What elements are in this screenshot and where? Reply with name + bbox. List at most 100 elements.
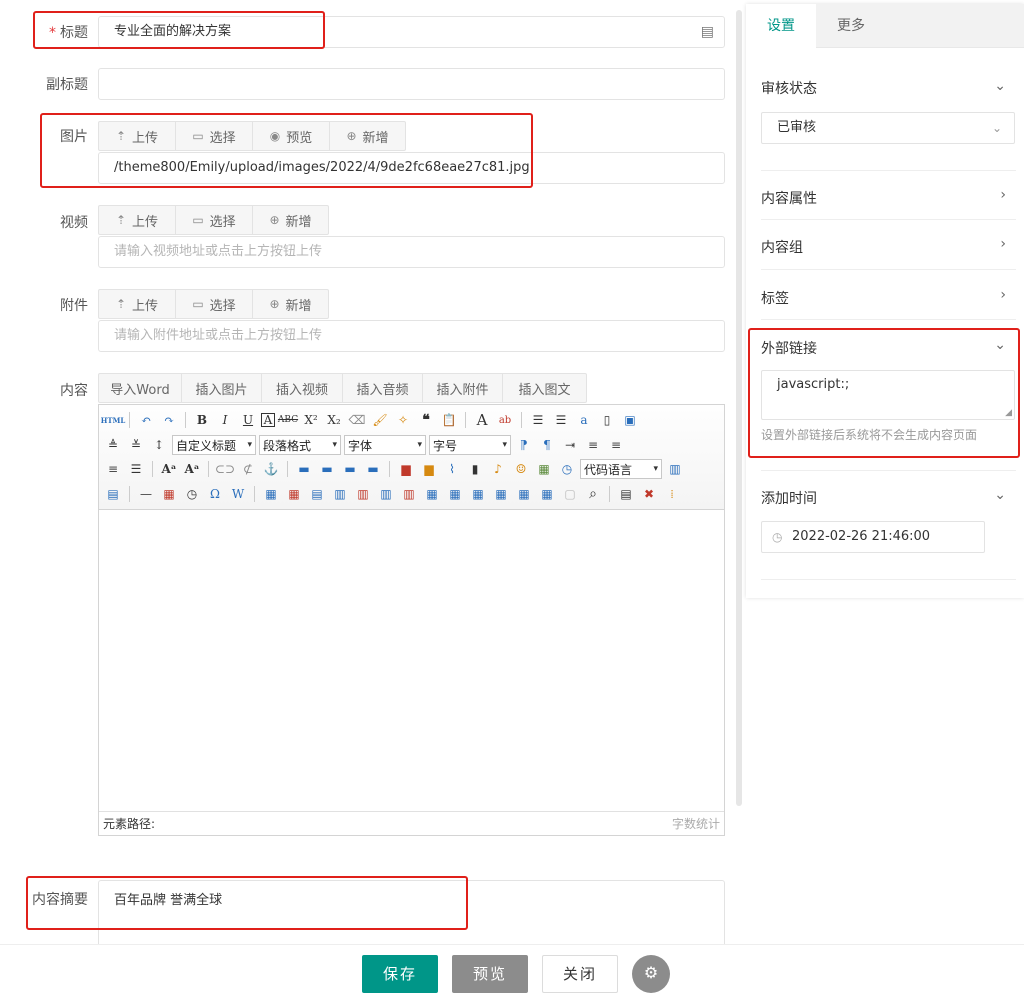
preview-button[interactable]: 预览 — [452, 955, 528, 993]
auto-format-icon[interactable]: ✧ — [393, 410, 413, 430]
attachment-add-button[interactable]: ⊕ 新增 — [253, 290, 328, 318]
bold-icon[interactable]: B — [192, 410, 212, 430]
search-replace-icon[interactable]: ⌕ — [583, 484, 603, 504]
align-center-icon[interactable]: ≡ — [606, 435, 626, 455]
emoticon-icon[interactable]: ☺ — [511, 459, 531, 479]
content-group-label[interactable]: 内容组 — [761, 237, 803, 257]
map-icon[interactable]: ▦ — [534, 459, 554, 479]
page-break-icon[interactable]: ▤ — [103, 484, 123, 504]
date-icon[interactable]: ◷ — [557, 459, 577, 479]
video-input[interactable]: 请输入视频地址或点击上方按钮上传 — [98, 236, 725, 268]
print-icon[interactable]: ▢ — [560, 484, 580, 504]
text-box-icon[interactable]: a — [574, 410, 594, 430]
merge-right-icon[interactable]: ▦ — [445, 484, 465, 504]
template-icon[interactable]: ▥ — [665, 459, 685, 479]
music-icon[interactable]: ♪ — [488, 459, 508, 479]
chevron-right-icon[interactable]: › — [1000, 287, 1006, 303]
eraser-icon[interactable]: ⌫ — [347, 410, 367, 430]
attachment-icon[interactable]: ⌇ — [442, 459, 462, 479]
close-button[interactable]: 关闭 — [542, 955, 618, 993]
external-link-label[interactable]: 外部链接 — [761, 338, 817, 358]
font-size-select[interactable]: 字号 — [429, 435, 511, 455]
id-card-icon[interactable]: ▤ — [701, 17, 714, 47]
image-center-icon[interactable]: ▬ — [363, 459, 383, 479]
insert-col-icon[interactable]: ▥ — [376, 484, 396, 504]
ordered-list-icon[interactable]: ☰ — [528, 410, 548, 430]
row-spacing-bottom-icon[interactable]: ≚ — [126, 435, 146, 455]
split-cells-icon[interactable]: ▦ — [491, 484, 511, 504]
video-select-button[interactable]: ▭ 选择 — [176, 206, 253, 234]
tab-settings[interactable]: 设置 — [746, 4, 816, 48]
blockquote-icon[interactable]: ❝ — [416, 410, 436, 430]
undo-icon[interactable]: ↶ — [136, 410, 156, 430]
delete-col-icon[interactable]: ▥ — [399, 484, 419, 504]
superscript-icon[interactable]: X² — [301, 410, 321, 430]
tags-label[interactable]: 标签 — [761, 288, 789, 308]
blank-page-icon[interactable]: ▯ — [597, 410, 617, 430]
image-upload-button[interactable]: ⇡ 上传 — [99, 122, 176, 150]
chart-icon[interactable]: ▤ — [616, 484, 636, 504]
settings-gear-icon[interactable]: ⚙ — [632, 955, 670, 993]
custom-heading-select[interactable]: 自定义标题 — [172, 435, 256, 455]
strikethrough-icon[interactable]: ABC — [278, 410, 298, 430]
link-icon[interactable]: ⊂⊃ — [215, 459, 235, 479]
subscript-icon[interactable]: X₂ — [324, 410, 344, 430]
font-border-icon[interactable]: A — [261, 413, 275, 427]
font-family-select[interactable]: 字体 — [344, 435, 426, 455]
image-none-icon[interactable]: ▬ — [294, 459, 314, 479]
add-time-label[interactable]: 添加时间 — [761, 488, 817, 508]
editor-body[interactable] — [99, 510, 724, 811]
chevron-right-icon[interactable]: › — [1000, 187, 1006, 203]
font-color-icon[interactable]: A — [472, 410, 492, 430]
align-left-icon[interactable]: ≡ — [583, 435, 603, 455]
title-input[interactable]: 专业全面的解决方案 ▤ — [98, 16, 725, 48]
insert-audio-button[interactable]: 插入音频 — [343, 374, 423, 402]
insert-video-button[interactable]: 插入视频 — [262, 374, 343, 402]
summary-textarea[interactable]: 百年品牌 誉满全球 — [98, 880, 725, 944]
indent-icon[interactable]: ⇥ — [560, 435, 580, 455]
video-add-button[interactable]: ⊕ 新增 — [253, 206, 328, 234]
add-time-input[interactable]: ◷ 2022-02-26 21:46:00 — [761, 521, 985, 553]
import-word-button[interactable]: 导入Word — [99, 374, 182, 402]
merge-cells-icon[interactable]: ▦ — [422, 484, 442, 504]
multi-image-icon[interactable]: ▆ — [419, 459, 439, 479]
attachment-upload-button[interactable]: ⇡ 上传 — [99, 290, 176, 318]
image-path-input[interactable]: /theme800/Emily/upload/images/2022/4/9de… — [98, 152, 725, 184]
image-left-icon[interactable]: ▬ — [317, 459, 337, 479]
unlink-icon[interactable]: ⊄ — [238, 459, 258, 479]
highlight-icon[interactable]: ab — [495, 410, 515, 430]
align-justify-icon[interactable]: ☰ — [126, 459, 146, 479]
code-language-select[interactable]: 代码语言 — [580, 459, 662, 479]
resize-handle-icon[interactable]: ◢ — [1005, 408, 1012, 418]
underline-icon[interactable]: U — [238, 410, 258, 430]
unordered-list-icon[interactable]: ☰ — [551, 410, 571, 430]
line-height-icon[interactable]: ↕ — [149, 435, 169, 455]
main-scrollbar[interactable] — [736, 10, 742, 806]
clock-icon[interactable]: ◷ — [182, 484, 202, 504]
tab-more[interactable]: 更多 — [816, 4, 886, 48]
review-status-label[interactable]: 审核状态 — [761, 78, 817, 98]
italic-icon[interactable]: I — [215, 410, 235, 430]
align-right-icon[interactable]: ≡ — [103, 459, 123, 479]
uppercase-icon[interactable]: Aᵃ — [159, 459, 179, 479]
insert-table-icon[interactable]: ▦ — [261, 484, 281, 504]
rtl-icon[interactable]: ¶ — [537, 435, 557, 455]
image-select-button[interactable]: ▭ 选择 — [176, 122, 253, 150]
delete-row-icon[interactable]: ▥ — [353, 484, 373, 504]
insert-image-text-button[interactable]: 插入图文 — [503, 374, 586, 402]
insert-image-icon[interactable]: ▆ — [396, 459, 416, 479]
split-cols-icon[interactable]: ▦ — [537, 484, 557, 504]
horizontal-rule-icon[interactable]: — — [136, 484, 156, 504]
paragraph-format-select[interactable]: 段落格式 — [259, 435, 341, 455]
calendar-icon[interactable]: ▦ — [159, 484, 179, 504]
image-add-button[interactable]: ⊕ 新增 — [330, 122, 405, 150]
lowercase-icon[interactable]: Aᵃ — [182, 459, 202, 479]
video-upload-button[interactable]: ⇡ 上传 — [99, 206, 176, 234]
video-icon[interactable]: ▮ — [465, 459, 485, 479]
attachment-input[interactable]: 请输入附件地址或点击上方按钮上传 — [98, 320, 725, 352]
ltr-icon[interactable]: ⁋ — [514, 435, 534, 455]
special-char-icon[interactable]: Ω — [205, 484, 225, 504]
merge-down-icon[interactable]: ▦ — [468, 484, 488, 504]
html-source-icon[interactable]: HTML — [101, 410, 126, 430]
insert-paragraph-icon[interactable]: ▤ — [307, 484, 327, 504]
